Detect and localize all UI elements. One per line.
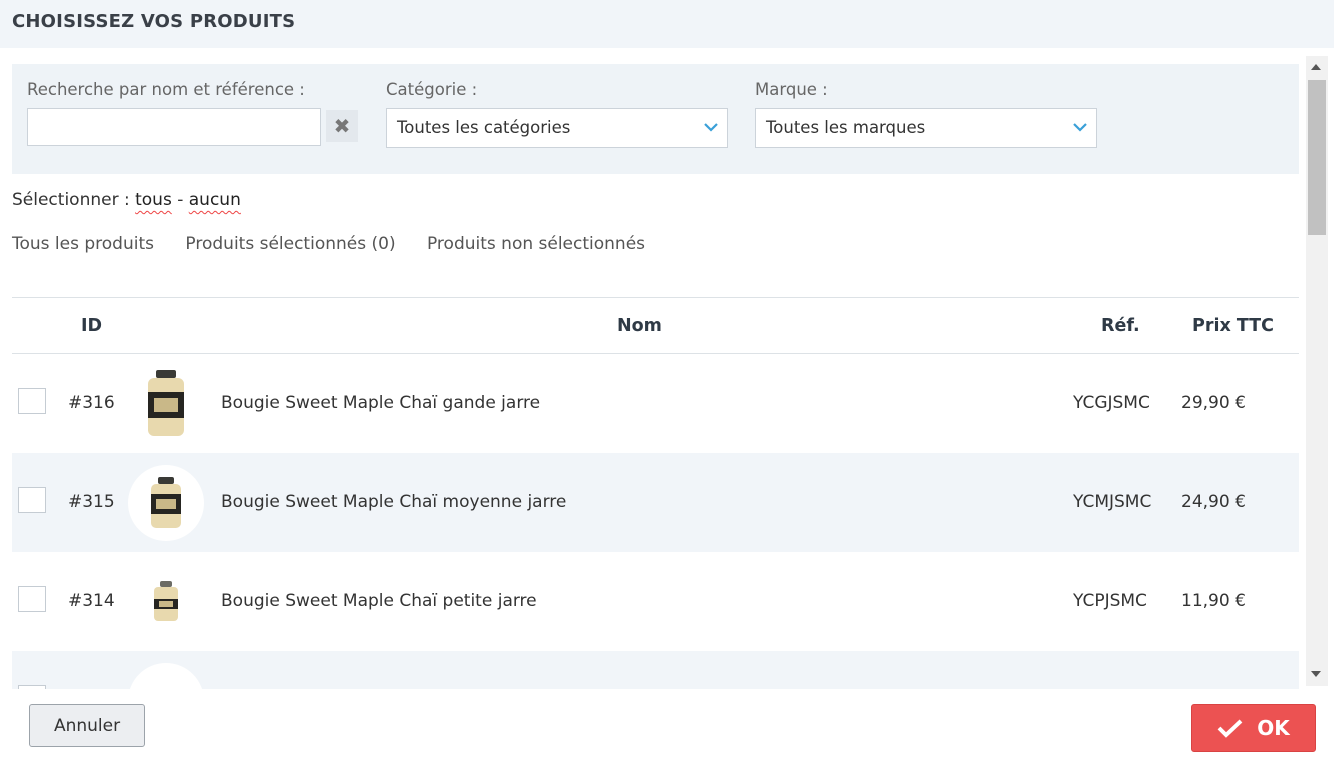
vertical-scrollbar[interactable]: [1306, 56, 1328, 686]
column-header-ref[interactable]: Réf.: [1101, 316, 1140, 336]
scroll-down-arrow-icon[interactable]: [1311, 671, 1321, 677]
clear-search-button[interactable]: ✖: [326, 110, 358, 142]
product-thumbnail: [128, 465, 204, 541]
brand-select-value: Toutes les marques: [766, 118, 926, 137]
scroll-up-arrow-icon[interactable]: [1311, 64, 1321, 70]
product-name: Bougie Sweet Maple Chaï moyenne jarre: [221, 492, 567, 512]
product-thumbnail: [128, 366, 204, 442]
dialog-title: CHOISISSEZ VOS PRODUITS: [12, 11, 296, 32]
select-all-none: Sélectionner : tous - aucun: [12, 190, 241, 210]
search-label: Recherche par nom et référence :: [27, 80, 305, 99]
row-checkbox[interactable]: [18, 388, 46, 414]
filters-panel: Recherche par nom et référence : ✖ Catég…: [12, 64, 1299, 174]
scrollbar-thumb[interactable]: [1308, 80, 1326, 235]
category-select-value: Toutes les catégories: [397, 118, 571, 137]
close-icon: ✖: [333, 114, 351, 138]
product-id: #315: [68, 492, 115, 512]
row-checkbox[interactable]: [18, 685, 46, 689]
product-ref: YCPJSMC: [1073, 591, 1147, 611]
tab-unselected-products[interactable]: Produits non sélectionnés: [427, 234, 645, 254]
category-label: Catégorie :: [386, 80, 478, 99]
products-table: ID Nom Réf. Prix TTC #316 Bougie Sweet M…: [12, 297, 1299, 689]
column-header-name[interactable]: Nom: [617, 316, 662, 336]
table-row[interactable]: #315 Bougie Sweet Maple Chaï moyenne jar…: [12, 453, 1299, 552]
row-checkbox[interactable]: [18, 586, 46, 612]
column-header-price[interactable]: Prix TTC: [1192, 316, 1274, 336]
table-row[interactable]: #316 Bougie Sweet Maple Chaï gande jarre…: [12, 354, 1299, 453]
ok-button[interactable]: OK: [1191, 704, 1316, 752]
chevron-down-icon: [1073, 123, 1087, 132]
row-checkbox[interactable]: [18, 487, 46, 513]
select-all-link[interactable]: tous: [135, 190, 172, 210]
product-thumbnail: [128, 663, 204, 689]
product-id: #314: [68, 591, 115, 611]
product-price: 29,90 €: [1181, 393, 1246, 413]
column-header-id[interactable]: ID: [81, 316, 102, 336]
product-price: 11,90 €: [1181, 591, 1246, 611]
tab-selected-products[interactable]: Produits sélectionnés (0): [185, 234, 395, 254]
category-select[interactable]: Toutes les catégories: [386, 108, 728, 148]
product-name: Bougie Sweet Maple Chaï petite jarre: [221, 591, 537, 611]
product-thumbnail: [128, 564, 204, 640]
dialog-header: CHOISISSEZ VOS PRODUITS: [0, 0, 1334, 48]
table-header: ID Nom Réf. Prix TTC: [12, 297, 1299, 354]
product-ref: YCMJSMC: [1073, 492, 1152, 512]
scroll-area[interactable]: Recherche par nom et référence : ✖ Catég…: [0, 48, 1334, 689]
selector-prefix: Sélectionner :: [12, 190, 130, 210]
product-filter-tabs: Tous les produits Produits sélectionnés …: [12, 234, 671, 254]
table-row[interactable]: #314 Bougie Sweet Maple Chaï petite jarr…: [12, 552, 1299, 651]
checkmark-icon: [1217, 719, 1243, 738]
cancel-button[interactable]: Annuler: [29, 704, 145, 747]
chevron-down-icon: [704, 123, 718, 132]
product-ref: YCGJSMC: [1073, 393, 1150, 413]
brand-select[interactable]: Toutes les marques: [755, 108, 1097, 148]
product-name: Bougie Sweet Maple Chaï gande jarre: [221, 393, 541, 413]
tab-all-products[interactable]: Tous les produits: [12, 234, 154, 254]
brand-label: Marque :: [755, 80, 828, 99]
product-id: #316: [68, 393, 115, 413]
search-input[interactable]: [27, 108, 321, 146]
table-row[interactable]: [12, 651, 1299, 689]
ok-button-label: OK: [1257, 716, 1290, 740]
product-price: 24,90 €: [1181, 492, 1246, 512]
select-none-link[interactable]: aucun: [189, 190, 241, 210]
selector-separator: -: [177, 190, 184, 210]
